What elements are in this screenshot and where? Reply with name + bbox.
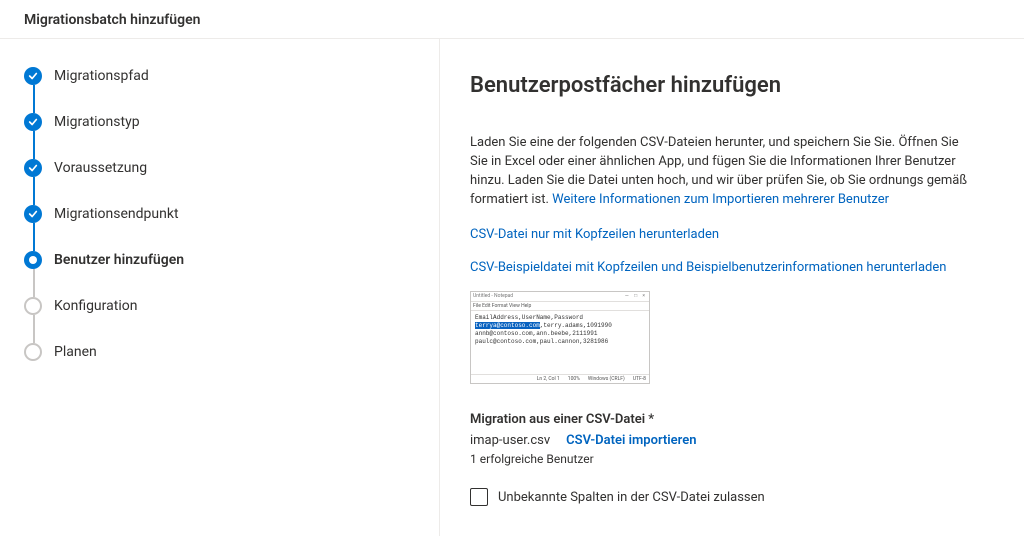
step-migrationspfad[interactable]: Migrationspfad <box>24 67 415 113</box>
csv-highlight: terrya@contoso.com <box>475 322 540 329</box>
csv-success-text: 1 erfolgreiche Benutzer <box>470 452 970 466</box>
checkbox-label: Unbekannte Spalten in der CSV-Datei zula… <box>498 490 765 505</box>
wizard-stepper: Migrationspfad Migrationstyp Voraussetzu… <box>0 39 440 536</box>
circle-icon <box>24 343 42 361</box>
step-migrationsendpunkt[interactable]: Migrationsendpunkt <box>24 205 415 251</box>
csv-line4: paulc@contoso.com,paul.cannon,3281986 <box>475 338 608 345</box>
csv-filename: imap-user.csv <box>470 433 550 448</box>
description: Laden Sie eine der folgenden CSV-Dateien… <box>470 134 970 209</box>
step-benutzer-hinzufuegen[interactable]: Benutzer hinzufügen <box>24 251 415 297</box>
current-step-icon <box>24 251 42 269</box>
step-label: Migrationsendpunkt <box>54 205 179 223</box>
allow-unknown-columns-row[interactable]: Unbekannte Spalten in der CSV-Datei zula… <box>470 488 970 506</box>
csv-line2-rest: ,terry.adams,1091990 <box>540 322 612 329</box>
status-pos: Ln 2, Col 1 <box>537 376 560 383</box>
csv-import-button[interactable]: CSV-Datei importieren <box>566 433 696 448</box>
notepad-titlebar: Untitled - Notepad — □ × <box>471 292 649 302</box>
window-controls-icon: — □ × <box>625 293 647 300</box>
check-icon <box>24 159 42 177</box>
check-icon <box>24 113 42 131</box>
csv-header-line: EmailAddress,UserName,Password <box>475 314 583 321</box>
page-header: Migrationsbatch hinzufügen <box>0 0 1024 39</box>
body-wrap: Migrationspfad Migrationstyp Voraussetzu… <box>0 39 1024 536</box>
step-label: Migrationspfad <box>54 67 149 85</box>
step-label: Benutzer hinzufügen <box>54 251 184 269</box>
status-zoom: 100% <box>568 376 580 383</box>
notepad-content: EmailAddress,UserName,Password terrya@co… <box>471 311 649 373</box>
more-info-link[interactable]: Weitere Informationen zum Importieren me… <box>552 192 889 207</box>
csv-line3: annb@contoso.com,ann.beebe,2111991 <box>475 330 597 337</box>
step-voraussetzung[interactable]: Voraussetzung <box>24 159 415 205</box>
notepad-preview: Untitled - Notepad — □ × File Edit Forma… <box>470 291 650 384</box>
step-label: Migrationstyp <box>54 113 140 131</box>
step-label: Konfiguration <box>54 297 137 315</box>
download-headers-link[interactable]: CSV-Datei nur mit Kopfzeilen herunterlad… <box>470 227 970 242</box>
step-konfiguration[interactable]: Konfiguration <box>24 297 415 343</box>
main-content: Benutzerpostfächer hinzufügen Laden Sie … <box>440 39 1000 536</box>
notepad-menubar: File Edit Format View Help <box>471 302 649 312</box>
content-heading: Benutzerpostfächer hinzufügen <box>470 73 970 98</box>
step-migrationstyp[interactable]: Migrationstyp <box>24 113 415 159</box>
check-icon <box>24 67 42 85</box>
status-charset: UTF-8 <box>633 376 646 383</box>
csv-import-row: imap-user.csv CSV-Datei importieren <box>470 433 970 448</box>
step-label: Planen <box>54 343 97 361</box>
step-label: Voraussetzung <box>54 159 147 177</box>
csv-section-label: Migration aus einer CSV-Datei * <box>470 412 970 427</box>
checkbox-icon[interactable] <box>470 488 488 506</box>
page-title: Migrationsbatch hinzufügen <box>24 12 200 28</box>
step-planen[interactable]: Planen <box>24 343 415 363</box>
circle-icon <box>24 297 42 315</box>
notepad-title: Untitled - Notepad <box>473 293 513 300</box>
check-icon <box>24 205 42 223</box>
notepad-statusbar: Ln 2, Col 1 100% Windows (CRLF) UTF-8 <box>471 374 649 384</box>
download-sample-link[interactable]: CSV-Beispieldatei mit Kopfzeilen und Bei… <box>470 260 970 275</box>
status-enc: Windows (CRLF) <box>588 376 625 383</box>
